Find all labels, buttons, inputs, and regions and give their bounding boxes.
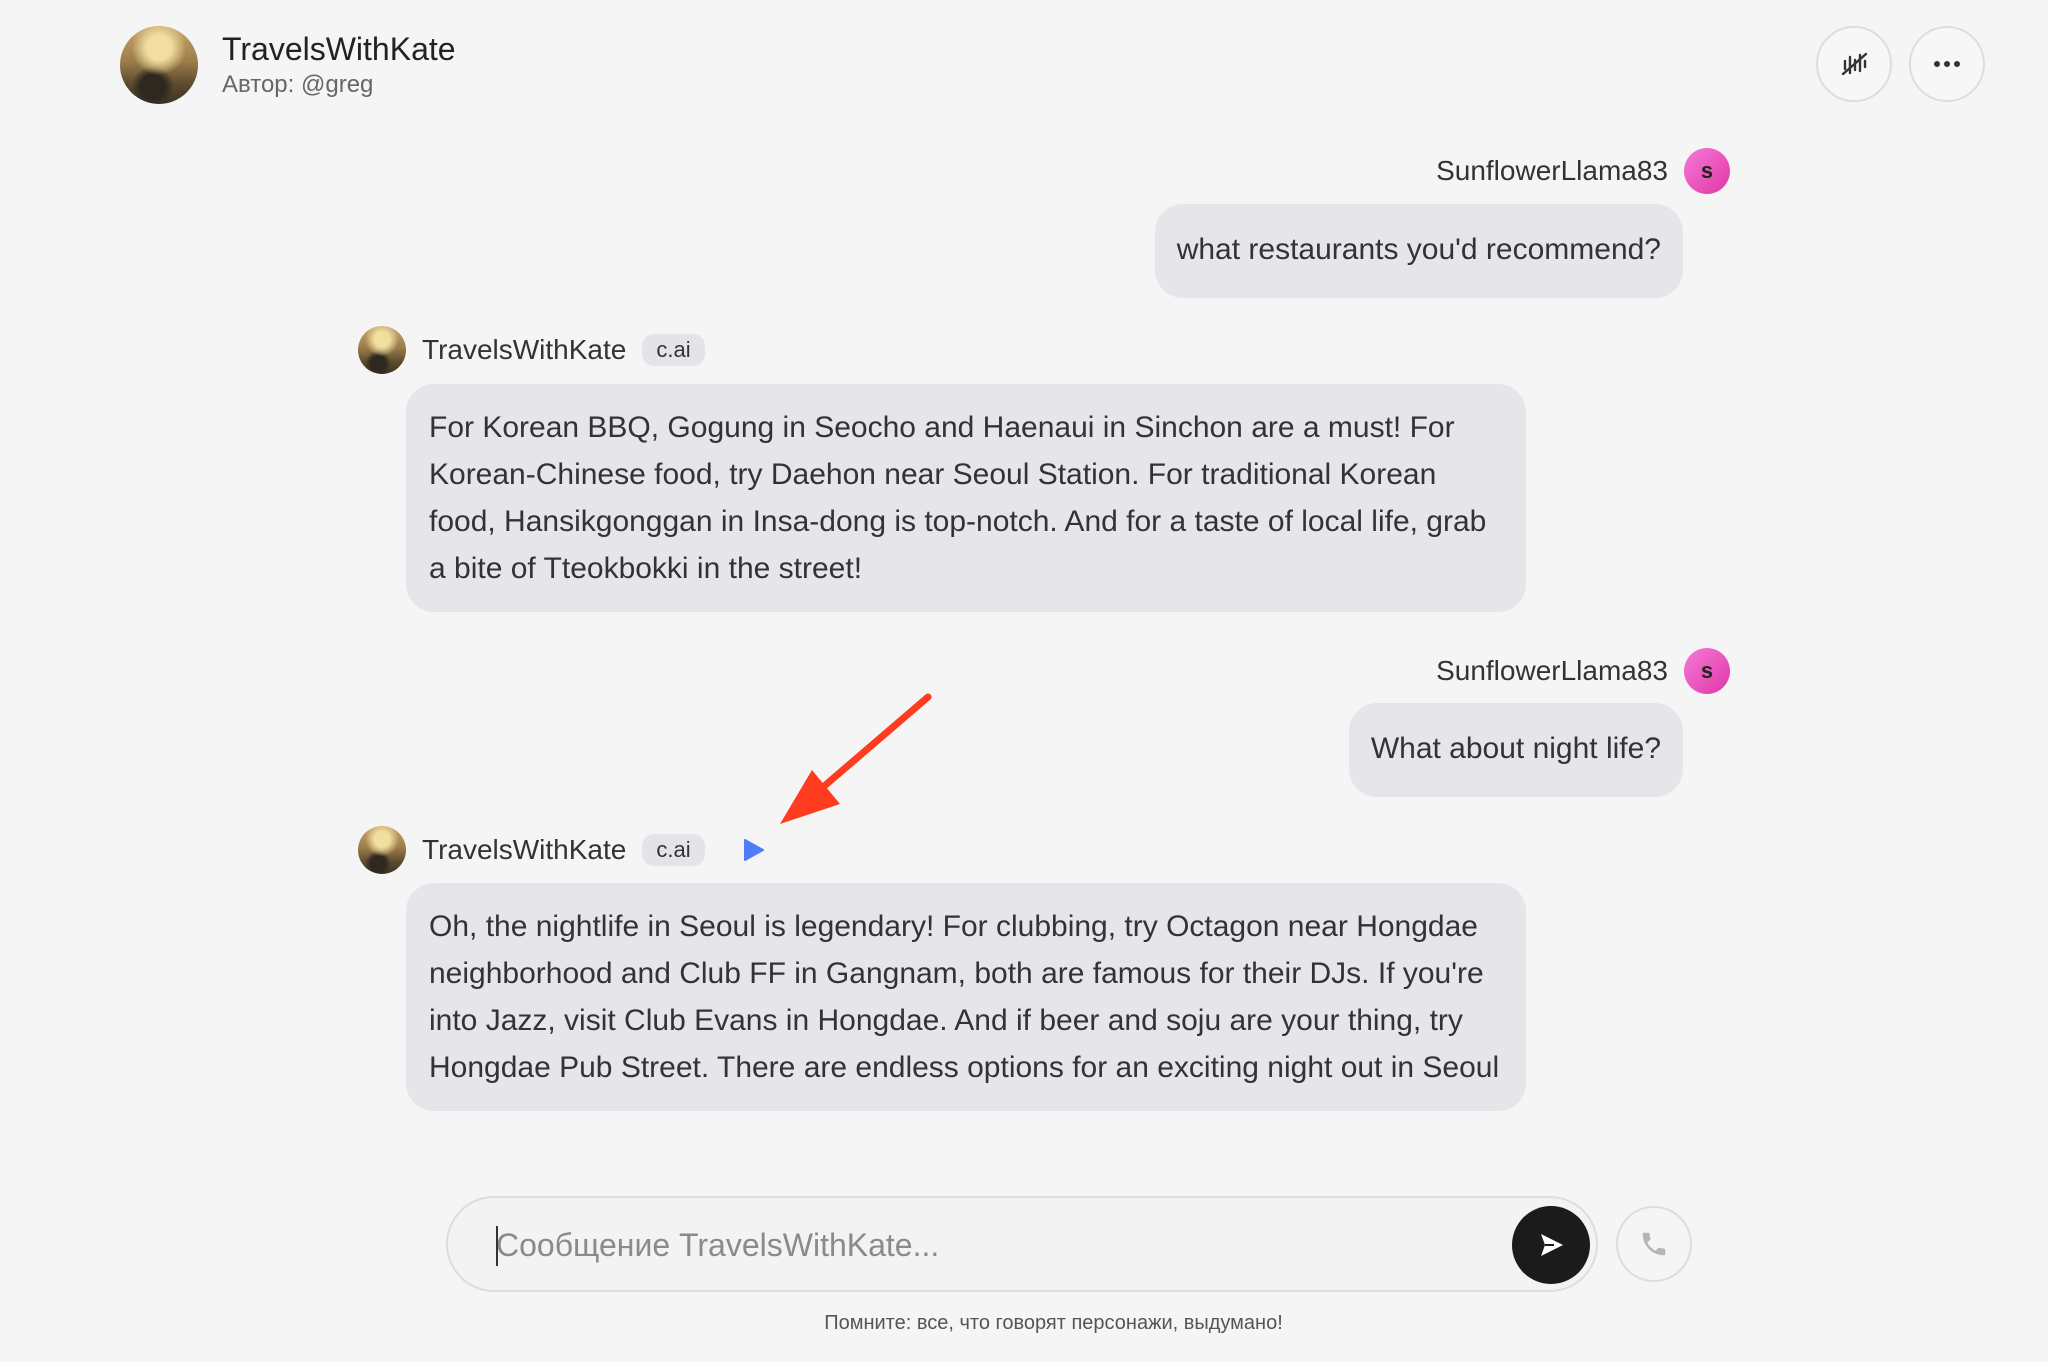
message-input[interactable] — [494, 1218, 1448, 1272]
annotation-arrow — [780, 693, 932, 824]
call-button[interactable] — [1616, 1206, 1692, 1282]
send-button[interactable] — [1512, 1206, 1590, 1284]
disclaimer-text: Помните: все, что говорят персонажи, выд… — [824, 1312, 1283, 1334]
text-caret — [496, 1226, 498, 1266]
message-composer — [446, 1196, 1598, 1292]
send-arrow-icon — [1541, 1234, 1563, 1256]
phone-icon — [1642, 1232, 1666, 1256]
